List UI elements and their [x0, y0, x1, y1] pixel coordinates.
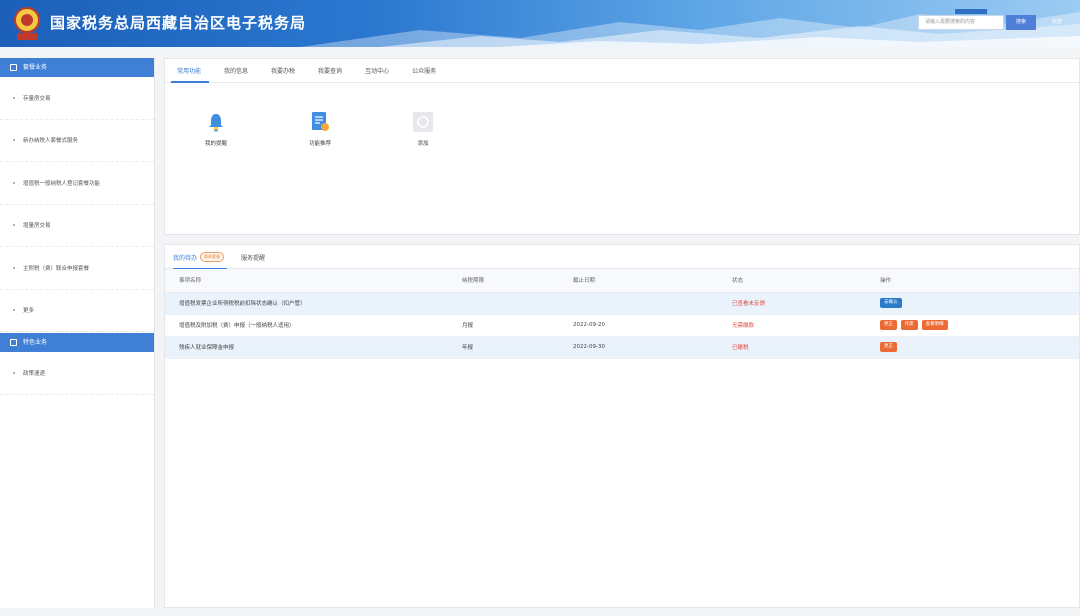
common-functions-panel: 常用功能 我的信息 我要办税 我要查询 互动中心 公众服务 我的提醒 功能推荐 …	[164, 58, 1080, 235]
cell-item-name: 增值税及附加税（费）申报（一般纳税人适用）	[165, 314, 462, 337]
site-title: 国家税务总局西藏自治区电子税务局	[50, 14, 307, 32]
tab-query[interactable]: 我要查询	[312, 66, 350, 82]
function-add[interactable]: 添加	[398, 112, 448, 147]
bullet-icon	[13, 309, 15, 312]
document-icon	[310, 112, 330, 132]
cell-actions: 更正	[880, 336, 1079, 359]
header-tab-marker	[955, 9, 987, 14]
sidebar-item-vat-registration[interactable]: 增值税一般纳税人登记套餐功能	[0, 162, 154, 205]
sidebar-section-package[interactable]: 套餐业务	[0, 58, 154, 77]
cell-status: 已缴税	[732, 336, 880, 359]
bullet-icon	[13, 96, 15, 99]
cell-deadline	[573, 292, 732, 315]
welcome-text: 欢迎	[1052, 19, 1063, 25]
cell-deadline: 2022-09-30	[573, 336, 732, 359]
function-recommendations[interactable]: 功能推荐	[295, 112, 345, 147]
cell-deadline: 2022-09-20	[573, 314, 732, 337]
add-icon	[413, 112, 433, 132]
tab-public-service[interactable]: 公众服务	[406, 66, 444, 82]
cell-status: 无需缴款	[732, 314, 880, 337]
tab-common-functions[interactable]: 常用功能	[171, 66, 210, 83]
column-header-deadline: 截止日期	[573, 269, 732, 293]
todo-badge: 简体套餐	[200, 252, 225, 262]
function-my-reminders[interactable]: 我的提醒	[191, 112, 241, 147]
table-row: 增值税及附加税（费）申报（一般纳税人适用） 月报 2022-09-20 无需缴款…	[165, 314, 1079, 337]
confirm-button[interactable]: 去确认	[880, 298, 902, 308]
tab-my-info[interactable]: 我的信息	[218, 66, 256, 82]
todo-table: 事项名称 纳税期限 截止日期 状态 操作 增值税发票企业所得税税前扣除状态确认（…	[165, 269, 1079, 359]
sidebar-item-policy[interactable]: 政策速递	[0, 352, 154, 395]
sidebar-item-existing-house[interactable]: 存量房交易	[0, 77, 154, 120]
bullet-icon	[13, 181, 15, 184]
sidebar-item-new-house[interactable]: 增量房交易	[0, 205, 154, 247]
sidebar-section-title: 特色业务	[23, 339, 48, 346]
bell-icon	[206, 112, 226, 132]
correct-button[interactable]: 更正	[880, 320, 897, 330]
bullet-icon	[13, 266, 15, 269]
view-details-button[interactable]: 查看明细	[921, 320, 948, 330]
tax-emblem-logo	[14, 7, 40, 40]
table-row: 残疾人就业保障金申报 年报 2022-09-30 已缴税 更正	[165, 336, 1079, 359]
column-header-actions: 操作	[880, 269, 1079, 293]
todo-tab-bar: 我的待办 简体套餐 服务提醒	[165, 245, 1079, 269]
stack-icon	[10, 64, 17, 71]
sidebar-item-joint-declaration[interactable]: 主附税（费）联合申报套餐	[0, 247, 154, 290]
grid-icon	[10, 339, 17, 346]
cell-actions: 去确认	[880, 292, 1079, 315]
sidebar-section-special[interactable]: 特色业务	[0, 333, 154, 352]
tab-service-reminders[interactable]: 服务提醒	[241, 253, 268, 268]
sidebar-item-new-taxpayer[interactable]: 新办纳税人套餐式服务	[0, 120, 154, 162]
tab-handle-tax[interactable]: 我要办税	[265, 66, 303, 82]
cell-period	[462, 292, 573, 315]
column-header-status: 状态	[732, 269, 880, 293]
top-tab-bar: 常用功能 我的信息 我要办税 我要查询 互动中心 公众服务	[165, 59, 1079, 83]
column-header-period: 纳税期限	[462, 269, 573, 293]
table-row: 增值税发票企业所得税税前扣除状态确认（扣户管） 已查看未反馈 去确认	[165, 292, 1079, 315]
cell-period: 月报	[462, 314, 573, 337]
bullet-icon	[13, 371, 15, 374]
search-button[interactable]: 搜索	[1006, 15, 1036, 30]
cell-status: 已查看未反馈	[732, 292, 880, 315]
sidebar: 套餐业务 存量房交易 新办纳税人套餐式服务 增值税一般纳税人登记套餐功能 增量房…	[0, 58, 155, 608]
sidebar-section-title: 套餐业务	[23, 64, 48, 71]
table-header-row: 事项名称 纳税期限 截止日期 状态 操作	[165, 269, 1079, 293]
bullet-icon	[13, 139, 15, 142]
cell-item-name: 残疾人就业保障金申报	[165, 336, 462, 359]
todo-panel: 我的待办 简体套餐 服务提醒 事项名称 纳税期限 截止日期 状态 操作 增值税发…	[164, 244, 1080, 608]
cell-period: 年报	[462, 336, 573, 359]
bullet-icon	[13, 224, 15, 227]
tab-interaction[interactable]: 互动中心	[359, 66, 397, 82]
header-banner: 国家税务总局西藏自治区电子税务局 请输入需要搜索的内容 搜索 欢迎	[0, 0, 1080, 47]
search-input[interactable]: 请输入需要搜索的内容	[918, 15, 1004, 30]
sidebar-item-more[interactable]: 更多	[0, 290, 154, 332]
correct-button[interactable]: 更正	[880, 342, 897, 352]
column-header-item-name: 事项名称	[165, 269, 462, 293]
tab-my-todo[interactable]: 我的待办 简体套餐	[173, 252, 228, 269]
cell-actions: 更正 作废 查看明细	[880, 314, 1079, 337]
void-button[interactable]: 作废	[900, 320, 918, 330]
cell-item-name: 增值税发票企业所得税税前扣除状态确认（扣户管）	[165, 292, 462, 315]
